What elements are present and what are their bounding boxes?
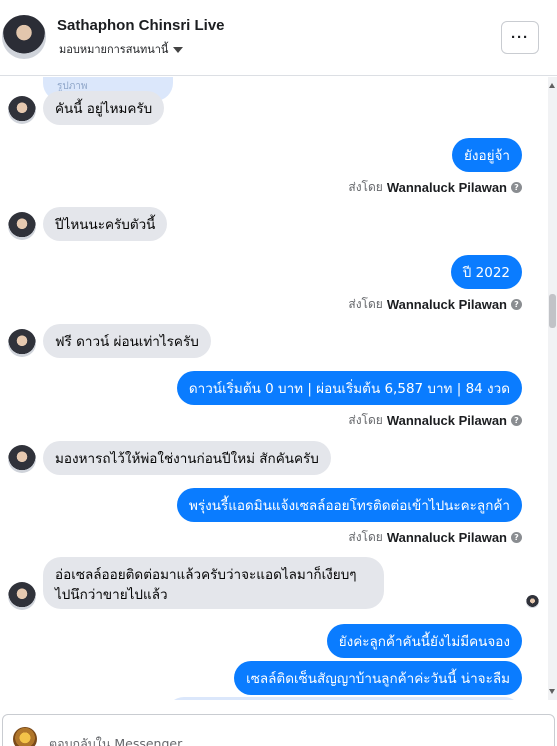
sent-by-prefix: ส่งโดย (348, 297, 383, 311)
incoming-message: ปีไหนนะครับตัวนี้ (43, 207, 168, 241)
sent-by-name: Wannaluck Pilawan (386, 413, 507, 428)
message-line: ไปนึกว่าขายไปแล้ว (55, 587, 168, 603)
assign-conversation-label: มอบหมายการสนทนานี้ (59, 43, 169, 56)
help-icon[interactable]: ? (511, 299, 522, 310)
reply-composer: ตอบกลับใน Messenger... (0, 712, 557, 746)
scroll-up-arrow-icon[interactable] (549, 83, 555, 88)
reply-placeholder: ตอบกลับใน Messenger... (49, 736, 193, 746)
sender-avatar (8, 96, 36, 124)
outgoing-message: ปี 2022 (450, 255, 522, 289)
scroll-down-arrow-icon[interactable] (549, 689, 555, 694)
outgoing-message: ยังค่ะลูกค้าคันนี้ยังไม่มีคนจอง (326, 624, 522, 658)
contact-name[interactable]: Sathaphon Chinsri Live (57, 17, 225, 34)
sent-by-label: ส่งโดย Wannaluck Pilawan ? (348, 295, 522, 314)
sent-by-prefix: ส่งโดย (348, 413, 383, 427)
contact-avatar[interactable] (2, 15, 46, 59)
message-line: อ่อเซลล์ออยติดต่อมาแล้วครับว่าจะแอดไลมาก… (55, 567, 357, 583)
sender-avatar (8, 445, 36, 473)
help-icon[interactable]: ? (511, 415, 522, 426)
sent-by-label: ส่งโดย Wannaluck Pilawan ? (348, 411, 522, 430)
message-thread: รูปภาพ คันนี้ อยู่ไหมครับ ยังอยู่จ้า ส่ง… (0, 77, 548, 700)
sent-by-prefix: ส่งโดย (348, 180, 383, 194)
sender-avatar (8, 582, 36, 610)
incoming-message: ฟรี ดาวน์ ผ่อนเท่าไรครับ (43, 324, 211, 358)
sent-by-name: Wannaluck Pilawan (386, 297, 507, 312)
incoming-message: อ่อเซลล์ออยติดต่อมาแล้วครับว่าจะแอดไลมาก… (43, 557, 384, 609)
sent-by-prefix: ส่งโดย (348, 530, 383, 544)
help-icon[interactable]: ? (511, 532, 522, 543)
sent-by-name: Wannaluck Pilawan (386, 530, 507, 545)
reply-input[interactable]: ตอบกลับใน Messenger... (2, 714, 555, 746)
incoming-message: มองหารถไว้ให้พ่อใช่งานก่อนปีใหม่ สักคันค… (43, 441, 331, 475)
outgoing-message: พรุ่งนรี้แอดมินแจ้งเซลล์ออยโทรติดต่อเข้า… (177, 488, 522, 522)
outgoing-message: ดาวน์เริ่มต้น 0 บาท | ผ่อนเริ่มต้น 6,587… (176, 371, 522, 405)
seen-indicator-avatar (526, 595, 539, 608)
outgoing-message: เซลล์ติดเซ็นสัญญาบ้านลูกค้าค่ะวันนี้ น่า… (234, 661, 522, 695)
caret-down-icon (173, 47, 184, 53)
chat-scrollbar[interactable] (548, 77, 557, 700)
assign-conversation-dropdown[interactable]: มอบหมายการสนทนานี้ (59, 40, 184, 58)
scrollbar-thumb[interactable] (549, 294, 556, 328)
sent-by-label: ส่งโดย Wannaluck Pilawan ? (348, 528, 522, 547)
partial-outgoing-bubble (166, 697, 522, 700)
outgoing-message: ยังอยู่จ้า (451, 138, 522, 172)
incoming-message: คันนี้ อยู่ไหมครับ (43, 91, 165, 125)
more-options-button[interactable]: ··· (501, 21, 539, 54)
conversation-header: Sathaphon Chinsri Live มอบหมายการสนทนานี… (0, 0, 557, 76)
sent-by-name: Wannaluck Pilawan (386, 180, 507, 195)
help-icon[interactable]: ? (511, 182, 522, 193)
sender-avatar (8, 329, 36, 357)
sent-by-label: ส่งโดย Wannaluck Pilawan ? (348, 178, 522, 197)
sender-avatar (8, 212, 36, 240)
page-avatar (13, 727, 37, 746)
